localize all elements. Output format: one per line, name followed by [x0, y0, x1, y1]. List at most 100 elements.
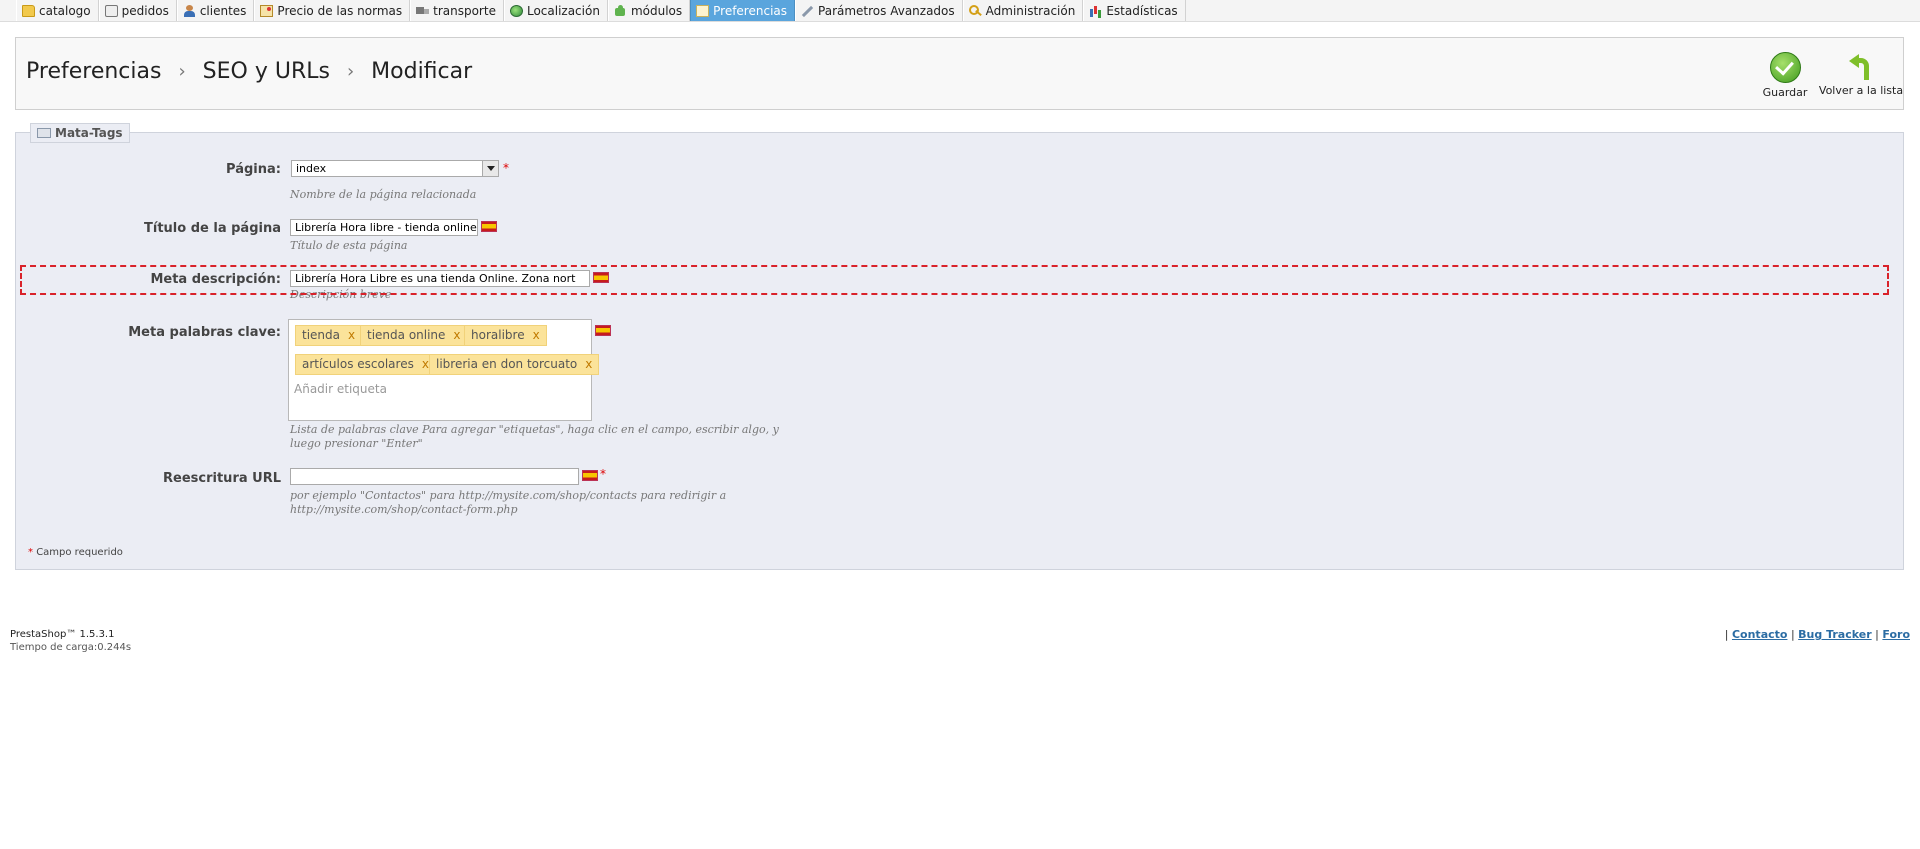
cart-icon	[104, 4, 118, 17]
tab-label: Localización	[526, 3, 600, 18]
keyword-tag: artículos escolares x	[295, 354, 436, 375]
footer-link-contacto[interactable]: Contacto	[1732, 628, 1787, 641]
chevron-down-icon[interactable]	[482, 161, 498, 176]
breadcrumb-separator-icon: ›	[178, 61, 186, 82]
tab-estadisticas[interactable]: Estadísticas	[1083, 0, 1186, 21]
truck-icon	[416, 5, 430, 17]
description-row-highlight	[20, 265, 1889, 295]
page-field-hint: Nombre de la página relacionada	[290, 188, 477, 201]
breadcrumb-item-preferencias[interactable]: Preferencias	[26, 59, 161, 84]
price-tag-icon	[260, 4, 274, 17]
breadcrumb-item-seo-urls[interactable]: SEO y URLs	[203, 59, 330, 84]
required-asterisk: *	[28, 547, 33, 558]
keywords-field-label: Meta palabras clave:	[128, 325, 281, 340]
tab-precio-normas[interactable]: Precio de las normas	[254, 0, 411, 21]
puzzle-icon	[614, 4, 627, 17]
remove-tag-icon[interactable]: x	[533, 328, 540, 342]
required-field-note: * Campo requerido	[28, 547, 123, 558]
footer-version: PrestaShop™ 1.5.3.1	[10, 629, 115, 640]
tab-label: Estadísticas	[1106, 3, 1178, 18]
envelope-icon	[37, 128, 51, 138]
checkmark-icon	[1769, 52, 1801, 83]
breadcrumb-separator-icon: ›	[346, 61, 355, 82]
return-arrow-icon	[1847, 52, 1876, 81]
keyword-tag-label: tienda	[302, 328, 340, 342]
remove-tag-icon[interactable]: x	[453, 328, 460, 342]
footer-links: | Contacto | Bug Tracker | Foro	[1725, 628, 1910, 641]
footer-load-time: Tiempo de carga:0.244s	[10, 642, 132, 653]
tab-administracion[interactable]: Administración	[962, 0, 1084, 21]
tab-label: transporte	[433, 3, 496, 18]
tab-label: Administración	[985, 3, 1076, 18]
required-asterisk: *	[600, 467, 606, 481]
tab-label: módulos	[630, 3, 683, 18]
keywords-hint-line-1: Lista de palabras clave Para agregar "et…	[290, 423, 779, 436]
rewrite-url-input[interactable]	[290, 468, 579, 485]
tab-modulos[interactable]: módulos	[607, 0, 691, 21]
page-select[interactable]: index	[291, 160, 499, 177]
top-menu-bar: catalogo pedidos clientes Precio de las …	[0, 0, 1920, 22]
back-button-label: Volver a la lista	[1818, 84, 1904, 97]
tab-catalogo[interactable]: catalogo	[16, 0, 99, 21]
footer-link-bug-tracker[interactable]: Bug Tracker	[1798, 628, 1872, 641]
page-header-toolbar: Preferencias › SEO y URLs › Modificar Gu…	[15, 37, 1904, 110]
rewrite-field-hint: por ejemplo "Contactos" para http://mysi…	[290, 489, 726, 517]
remove-tag-icon[interactable]: x	[422, 357, 429, 371]
preferences-icon	[696, 4, 710, 17]
spain-flag-icon[interactable]	[481, 221, 497, 232]
add-tag-placeholder[interactable]: Añadir etiqueta	[294, 382, 387, 396]
footer-separator: |	[1875, 628, 1879, 641]
remove-tag-icon[interactable]: x	[585, 357, 592, 371]
rewrite-hint-line-1: por ejemplo "Contactos" para http://mysi…	[290, 489, 727, 502]
breadcrumb-item-modificar: Modificar	[371, 59, 473, 84]
tab-pedidos[interactable]: pedidos	[98, 0, 177, 21]
keyword-tag: tienda online x	[360, 325, 468, 346]
keyword-tag: libreria en don torcuato x	[429, 354, 600, 375]
keyword-tag-label: horalibre	[471, 328, 525, 342]
footer-separator: |	[1724, 628, 1729, 641]
keywords-tag-input[interactable]: tienda x tienda online x horalibre x artícu…	[288, 319, 600, 421]
save-button[interactable]: Guardar	[1753, 52, 1817, 99]
legend-label: Mata-Tags	[55, 126, 123, 140]
tab-label: pedidos	[121, 3, 169, 18]
key-icon	[968, 4, 982, 17]
top-menu-tabs: catalogo pedidos clientes Precio de las …	[16, 0, 1186, 21]
required-asterisk: *	[503, 161, 509, 175]
footer-version-info: PrestaShop™ 1.5.3.1 Tiempo de carga:0.24…	[10, 628, 131, 654]
keyword-tag-label: libreria en don torcuato	[436, 357, 578, 371]
keywords-field-hint: Lista de palabras clave Para agregar "et…	[290, 423, 779, 451]
tab-label: Preferencias	[713, 3, 788, 18]
footer-link-foro[interactable]: Foro	[1882, 628, 1910, 641]
spain-flag-icon[interactable]	[595, 325, 611, 336]
user-icon	[183, 4, 196, 17]
tab-parametros-avanzados[interactable]: Parámetros Avanzados	[795, 0, 963, 21]
keyword-tag: horalibre x	[464, 325, 547, 346]
keywords-hint-line-2: luego presionar "Enter"	[290, 437, 423, 450]
rewrite-hint-line-2: http://mysite.com/shop/contact-form.php	[290, 503, 518, 516]
fieldset-legend: Mata-Tags	[30, 123, 130, 143]
footer-separator: |	[1790, 628, 1795, 641]
tab-preferencias[interactable]: Preferencias	[690, 0, 796, 21]
folder-icon	[22, 4, 35, 17]
page-field-label: Página:	[226, 162, 281, 177]
tab-clientes[interactable]: clientes	[176, 0, 255, 21]
tab-transporte[interactable]: transporte	[410, 0, 504, 21]
globe-icon	[509, 4, 523, 17]
title-field-hint: Título de esta página	[290, 239, 408, 252]
save-button-label: Guardar	[1762, 86, 1808, 99]
tab-localizacion[interactable]: Localización	[503, 0, 608, 21]
tab-label: Parámetros Avanzados	[818, 3, 955, 18]
tab-label: catalogo	[39, 3, 91, 18]
title-input[interactable]: Librería Hora libre - tienda online	[290, 219, 478, 236]
keyword-tag-label: artículos escolares	[302, 357, 414, 371]
keyword-tag-label: tienda online	[367, 328, 446, 342]
keyword-tag: tienda x	[295, 325, 363, 346]
spain-flag-icon[interactable]	[582, 470, 598, 481]
breadcrumb: Preferencias › SEO y URLs › Modificar	[26, 59, 472, 84]
back-to-list-button[interactable]: Volver a la lista	[1816, 52, 1906, 97]
remove-tag-icon[interactable]: x	[348, 328, 355, 342]
tab-label: clientes	[199, 3, 247, 18]
tab-label: Precio de las normas	[277, 3, 403, 18]
stats-icon	[1089, 5, 1102, 17]
page-select-value: index	[296, 162, 327, 175]
